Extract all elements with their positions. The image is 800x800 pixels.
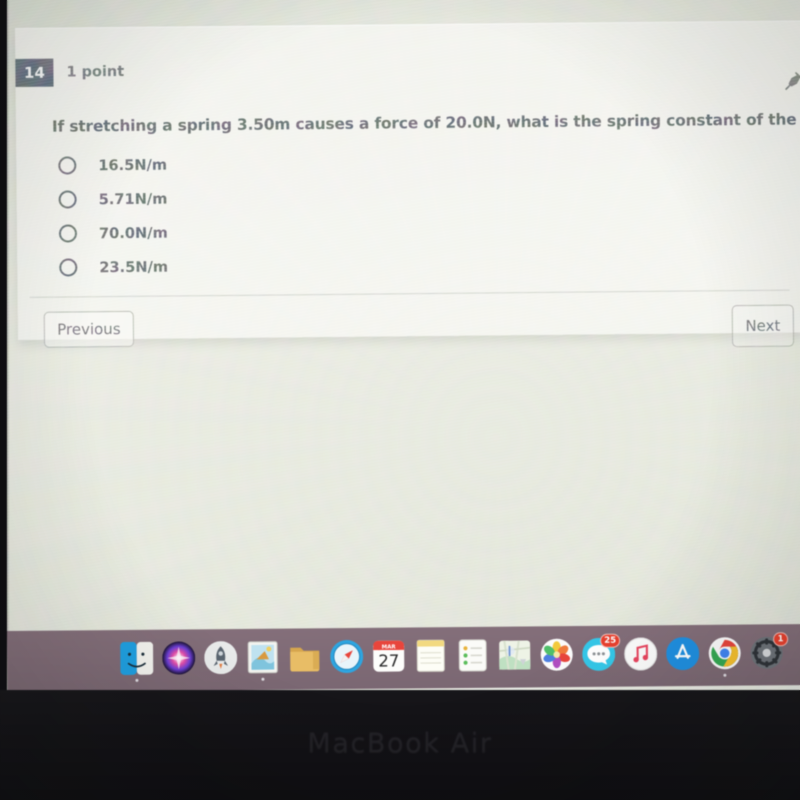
laptop-screen: 14 1 point If stretching a spring 3.50m … xyxy=(7,0,800,692)
dock-items: MAR 27 25 1 xyxy=(119,629,789,682)
photo-of-laptop-screen: 14 1 point If stretching a spring 3.50m … xyxy=(0,0,800,800)
answer-option-label: 70.0N/m xyxy=(98,224,168,242)
radio-button-icon[interactable] xyxy=(58,224,78,243)
answer-option-3[interactable]: 70.0N/m xyxy=(58,216,168,251)
answer-option-4[interactable]: 23.5N/m xyxy=(59,250,168,285)
previous-button[interactable]: Previous xyxy=(43,310,135,348)
dock-item-system-preferences[interactable]: 1 xyxy=(749,631,789,670)
dock-item-downloads-folder[interactable] xyxy=(287,639,322,674)
messages-badge: 25 xyxy=(600,633,621,648)
answer-option-label: 23.5N/m xyxy=(99,258,169,276)
answer-option-2[interactable]: 5.71N/m xyxy=(58,182,167,217)
dock-item-photos-preview[interactable] xyxy=(245,639,280,681)
question-card: 14 1 point If stretching a spring 3.50m … xyxy=(15,20,800,348)
answer-options-list: 16.5N/m 5.71N/m 70.0N/m 23.5N/m xyxy=(58,148,168,285)
dock-item-reminders[interactable] xyxy=(455,637,490,672)
dock-item-photos[interactable] xyxy=(539,637,574,672)
answer-option-label: 16.5N/m xyxy=(98,156,168,174)
dock-item-itunes[interactable] xyxy=(623,636,658,671)
dock-running-indicator xyxy=(261,677,265,681)
radio-button-icon[interactable] xyxy=(58,190,77,209)
dock-item-siri[interactable] xyxy=(161,640,196,675)
dock-running-indicator xyxy=(135,678,139,682)
dock-item-safari[interactable] xyxy=(329,638,364,673)
dock-item-app-store[interactable] xyxy=(665,635,700,670)
question-number-badge: 14 xyxy=(15,58,54,87)
system-preferences-badge: 1 xyxy=(773,631,789,646)
svg-text:27: 27 xyxy=(378,651,399,670)
macbook-air-label: MacBook Air xyxy=(307,728,493,759)
dock-item-calendar[interactable]: MAR 27 xyxy=(371,638,406,673)
question-points-label: 1 point xyxy=(66,63,125,81)
pushpin-icon[interactable] xyxy=(781,69,800,93)
next-button[interactable]: Next xyxy=(731,304,795,348)
answer-option-label: 5.71N/m xyxy=(98,190,168,208)
radio-button-icon[interactable] xyxy=(59,258,78,277)
radio-button-icon[interactable] xyxy=(58,156,77,175)
dock-item-finder[interactable] xyxy=(119,640,154,682)
dock-item-launchpad[interactable] xyxy=(203,639,238,674)
answer-option-1[interactable]: 16.5N/m xyxy=(58,148,167,183)
question-header: 14 1 point xyxy=(15,58,124,87)
svg-text:MAR: MAR xyxy=(382,644,397,650)
question-text: If stretching a spring 3.50m causes a fo… xyxy=(51,109,800,136)
screen-left-edge xyxy=(7,0,9,692)
dock-item-messages[interactable]: 25 xyxy=(581,633,621,671)
dock-running-indicator xyxy=(723,673,727,677)
dock-item-chrome[interactable] xyxy=(707,635,742,677)
card-divider xyxy=(29,289,790,298)
dock-item-notes[interactable] xyxy=(413,638,448,673)
macos-dock: MAR 27 25 1 xyxy=(7,624,800,692)
dock-item-maps[interactable] xyxy=(497,637,532,672)
